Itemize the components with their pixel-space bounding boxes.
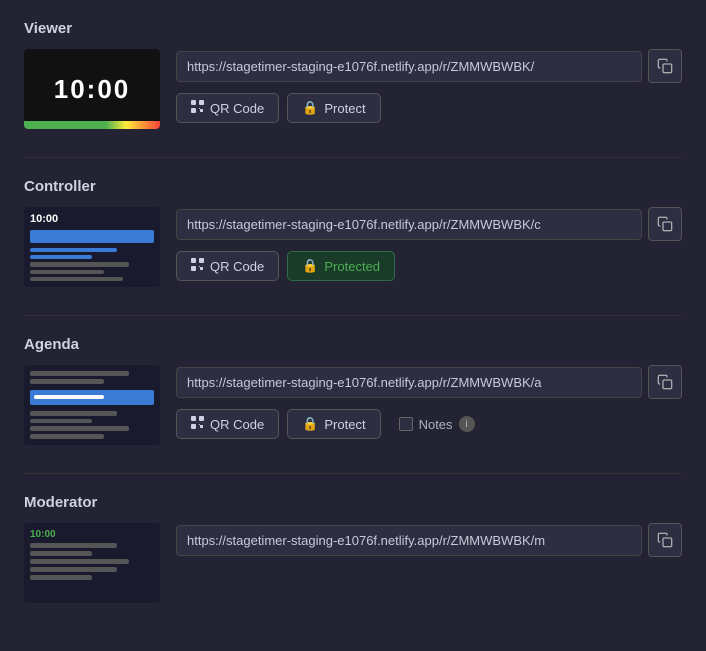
viewer-color-bar bbox=[24, 121, 160, 129]
controller-thumbnail: 10:00 bbox=[24, 207, 160, 287]
agenda-actions-row: QR Code 🔒 Protect Notes i bbox=[176, 409, 682, 439]
lock-icon: 🔒 bbox=[302, 100, 318, 116]
agenda-qr-button[interactable]: QR Code bbox=[176, 409, 279, 439]
moderator-title: Moderator bbox=[24, 494, 682, 511]
viewer-url-field: https://stagetimer-staging-e1076f.netlif… bbox=[176, 51, 642, 82]
viewer-section: Viewer 10:00 https://stagetimer-staging-… bbox=[24, 20, 682, 129]
viewer-copy-button[interactable] bbox=[648, 49, 682, 83]
viewer-content: 10:00 https://stagetimer-staging-e1076f.… bbox=[24, 49, 682, 129]
divider-2 bbox=[24, 315, 682, 316]
agenda-title: Agenda bbox=[24, 336, 682, 353]
main-container: Viewer 10:00 https://stagetimer-staging-… bbox=[0, 0, 706, 651]
agenda-highlight bbox=[30, 390, 154, 405]
agenda-highlight-text bbox=[34, 395, 104, 399]
qr-grid-icon-3 bbox=[191, 416, 204, 432]
moderator-thumbnail: 10:00 bbox=[24, 523, 160, 603]
agenda-row-3 bbox=[30, 411, 117, 416]
controller-protected-button[interactable]: 🔒 Protected bbox=[287, 251, 395, 281]
controller-row-5 bbox=[30, 277, 123, 281]
qr-grid-icon bbox=[191, 100, 204, 116]
controller-title: Controller bbox=[24, 178, 682, 195]
agenda-thumbnail bbox=[24, 365, 160, 445]
agenda-notes-button[interactable]: Notes i bbox=[389, 411, 485, 437]
mod-row-2 bbox=[30, 551, 92, 556]
agenda-row-2 bbox=[30, 379, 104, 384]
agenda-right: https://stagetimer-staging-e1076f.netlif… bbox=[176, 365, 682, 439]
qr-grid-icon-2 bbox=[191, 258, 204, 274]
agenda-row-6 bbox=[30, 434, 104, 439]
agenda-row-1 bbox=[30, 371, 129, 376]
viewer-timer-display: 10:00 bbox=[54, 74, 131, 105]
agenda-row-4 bbox=[30, 419, 92, 424]
controller-section: Controller 10:00 https://stagetimer-stag… bbox=[24, 178, 682, 287]
controller-row-3 bbox=[30, 262, 129, 266]
divider-1 bbox=[24, 157, 682, 158]
viewer-protect-button[interactable]: 🔒 Protect bbox=[287, 93, 380, 123]
controller-row-2 bbox=[30, 255, 92, 259]
mod-row-3 bbox=[30, 559, 129, 564]
moderator-url-row: https://stagetimer-staging-e1076f.netlif… bbox=[176, 523, 682, 557]
controller-row-4 bbox=[30, 270, 104, 274]
notes-checkbox bbox=[399, 417, 413, 431]
controller-url-row: https://stagetimer-staging-e1076f.netlif… bbox=[176, 207, 682, 241]
moderator-section: Moderator 10:00 https://stagetimer-stagi… bbox=[24, 494, 682, 603]
viewer-qr-button[interactable]: QR Code bbox=[176, 93, 279, 123]
controller-row-1 bbox=[30, 248, 117, 252]
controller-right: https://stagetimer-staging-e1076f.netlif… bbox=[176, 207, 682, 281]
mod-row-1 bbox=[30, 543, 117, 548]
controller-url-field: https://stagetimer-staging-e1076f.netlif… bbox=[176, 209, 642, 240]
viewer-thumbnail: 10:00 bbox=[24, 49, 160, 129]
moderator-url-field: https://stagetimer-staging-e1076f.netlif… bbox=[176, 525, 642, 556]
agenda-section: Agenda https://stagetimer-staging-e1076f… bbox=[24, 336, 682, 445]
controller-content: 10:00 https://stagetimer-staging-e1076f.… bbox=[24, 207, 682, 287]
agenda-protect-button[interactable]: 🔒 Protect bbox=[287, 409, 380, 439]
agenda-url-row: https://stagetimer-staging-e1076f.netlif… bbox=[176, 365, 682, 399]
moderator-content: 10:00 https://stagetimer-staging-e1076f.… bbox=[24, 523, 682, 603]
agenda-lock-icon: 🔒 bbox=[302, 416, 318, 432]
viewer-title: Viewer bbox=[24, 20, 682, 37]
viewer-url-row: https://stagetimer-staging-e1076f.netlif… bbox=[176, 49, 682, 83]
controller-qr-button[interactable]: QR Code bbox=[176, 251, 279, 281]
moderator-copy-button[interactable] bbox=[648, 523, 682, 557]
agenda-url-field: https://stagetimer-staging-e1076f.netlif… bbox=[176, 367, 642, 398]
moderator-right: https://stagetimer-staging-e1076f.netlif… bbox=[176, 523, 682, 557]
notes-info-icon[interactable]: i bbox=[459, 416, 475, 432]
mod-row-4 bbox=[30, 567, 117, 572]
controller-actions-row: QR Code 🔒 Protected bbox=[176, 251, 682, 281]
agenda-row-5 bbox=[30, 426, 129, 431]
moderator-timer-display: 10:00 bbox=[30, 529, 154, 540]
divider-3 bbox=[24, 473, 682, 474]
lock-green-icon: 🔒 bbox=[302, 258, 318, 274]
agenda-copy-button[interactable] bbox=[648, 365, 682, 399]
mod-row-5 bbox=[30, 575, 92, 580]
agenda-content: https://stagetimer-staging-e1076f.netlif… bbox=[24, 365, 682, 445]
controller-timer-display: 10:00 bbox=[30, 213, 154, 225]
controller-selected-row bbox=[30, 230, 154, 243]
viewer-right: https://stagetimer-staging-e1076f.netlif… bbox=[176, 49, 682, 123]
controller-copy-button[interactable] bbox=[648, 207, 682, 241]
viewer-actions-row: QR Code 🔒 Protect bbox=[176, 93, 682, 123]
